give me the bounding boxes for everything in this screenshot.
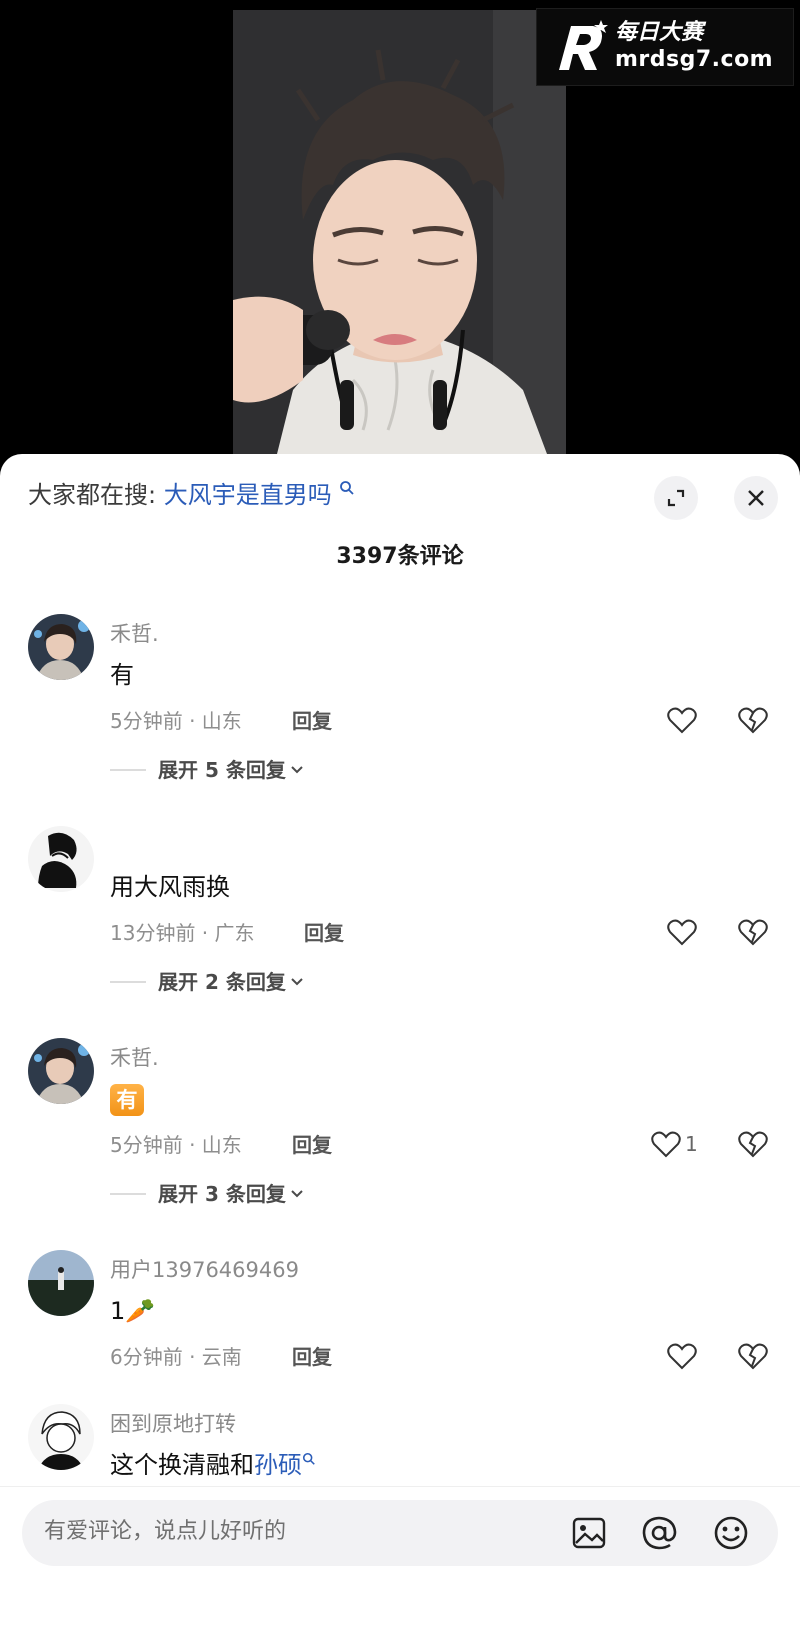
comment-content: 1🥕 xyxy=(110,1297,156,1325)
comment-username[interactable]: 用户13976469469 xyxy=(110,1256,299,1284)
watermark-url: mrdsg7.com xyxy=(615,47,774,72)
comment-time-location: 5分钟前 · 山东 xyxy=(110,709,242,733)
comment-count-title: 3397条评论 xyxy=(336,544,464,569)
like-button[interactable] xyxy=(667,706,697,734)
comment-text: 这个换清融和 xyxy=(110,1451,254,1479)
input-divider xyxy=(0,1486,800,1487)
avatar-image xyxy=(28,826,94,892)
avatar-image xyxy=(28,1404,94,1470)
comment-search-link[interactable]: 孙硕 xyxy=(254,1451,302,1479)
avatar[interactable] xyxy=(28,1250,94,1316)
brand-logo-icon xyxy=(559,20,608,70)
close-button[interactable] xyxy=(734,476,778,520)
dislike-button[interactable] xyxy=(738,1130,768,1162)
avatar[interactable] xyxy=(28,1038,94,1104)
emoji-sticker: 有 xyxy=(110,1084,144,1116)
comment-input[interactable]: 有爱评论，说点儿好听的 xyxy=(22,1500,778,1566)
reply-button[interactable]: 回复 xyxy=(292,1342,332,1372)
dislike-button[interactable] xyxy=(738,918,768,950)
trending-search-hint[interactable]: 大家都在搜: 大风宇是直男吗 xyxy=(28,478,355,512)
comment-time-location: 5分钟前 · 山东 xyxy=(110,1133,242,1157)
heart-outline-icon xyxy=(667,1343,697,1370)
chevron-down-icon xyxy=(291,766,303,774)
like-button[interactable]: 1 xyxy=(651,1130,698,1158)
divider-line xyxy=(110,1193,146,1195)
divider-line xyxy=(110,769,146,771)
expand-replies[interactable]: 展开 3 条回复 xyxy=(110,1180,304,1208)
comment-content: 有 xyxy=(110,1082,144,1116)
avatar-image xyxy=(28,1250,94,1316)
at-icon[interactable] xyxy=(640,1514,678,1552)
expand-replies[interactable]: 展开 5 条回复 xyxy=(110,756,304,784)
expand-button[interactable] xyxy=(654,476,698,520)
heart-outline-icon xyxy=(667,919,697,946)
heart-outline-icon xyxy=(667,707,697,734)
heart-outline-icon xyxy=(651,1131,681,1158)
broken-heart-icon xyxy=(738,1131,768,1158)
avatar-image xyxy=(28,614,94,680)
expand-replies-label: 展开 5 条回复 xyxy=(158,758,286,782)
comment-sheet: 大家都在搜: 大风宇是直男吗 3397条评论 禾哲. 有 5分钟前 · 山东 回… xyxy=(0,454,800,1638)
expand-replies-label: 展开 3 条回复 xyxy=(158,1182,286,1206)
reply-button[interactable]: 回复 xyxy=(292,1130,332,1160)
watermark-brand-name: 每日大赛 xyxy=(615,20,704,45)
broken-heart-icon xyxy=(738,919,768,946)
comment-username[interactable]: 禾哲. xyxy=(110,620,159,648)
search-icon xyxy=(302,1452,315,1465)
comment-input-placeholder[interactable]: 有爱评论，说点儿好听的 xyxy=(44,1516,286,1548)
like-button[interactable] xyxy=(667,918,697,946)
video-thumbnail-illustration xyxy=(233,10,566,470)
broken-heart-icon xyxy=(738,1343,768,1370)
video-player[interactable]: 每日大赛 mrdsg7.com xyxy=(0,0,800,470)
broken-heart-icon xyxy=(738,707,768,734)
avatar[interactable] xyxy=(28,1404,94,1470)
comment-content: 有 xyxy=(110,661,134,689)
expand-replies[interactable]: 展开 2 条回复 xyxy=(110,968,304,996)
chevron-down-icon xyxy=(291,1190,303,1198)
comment-time-location: 13分钟前 · 广东 xyxy=(110,921,255,945)
emoji-icon[interactable] xyxy=(712,1514,750,1552)
avatar-image xyxy=(28,1038,94,1104)
close-icon xyxy=(748,490,764,506)
brand-watermark: 每日大赛 mrdsg7.com xyxy=(536,8,794,86)
avatar[interactable] xyxy=(28,826,94,892)
expand-icon xyxy=(667,489,685,507)
divider-line xyxy=(110,981,146,983)
like-count: 1 xyxy=(685,1132,698,1156)
comment-username[interactable]: 困到原地打转 xyxy=(110,1410,236,1438)
image-icon[interactable] xyxy=(570,1514,608,1552)
comment-content: 这个换清融和孙硕 xyxy=(110,1448,316,1482)
comment-content: 用大风雨换 xyxy=(110,873,230,901)
trending-search-prefix: 大家都在搜: xyxy=(28,481,157,509)
chevron-down-icon xyxy=(291,978,303,986)
comment-time-location: 6分钟前 · 云南 xyxy=(110,1345,242,1369)
reply-button[interactable]: 回复 xyxy=(304,918,344,948)
avatar[interactable] xyxy=(28,614,94,680)
comment-username[interactable]: 禾哲. xyxy=(110,1044,159,1072)
reply-button[interactable]: 回复 xyxy=(292,706,332,736)
dislike-button[interactable] xyxy=(738,706,768,738)
trending-search-term[interactable]: 大风宇是直男吗 xyxy=(164,481,332,509)
search-icon xyxy=(340,481,355,495)
like-button[interactable] xyxy=(667,1342,697,1370)
video-frame[interactable] xyxy=(233,10,566,470)
dislike-button[interactable] xyxy=(738,1342,768,1374)
expand-replies-label: 展开 2 条回复 xyxy=(158,970,286,994)
